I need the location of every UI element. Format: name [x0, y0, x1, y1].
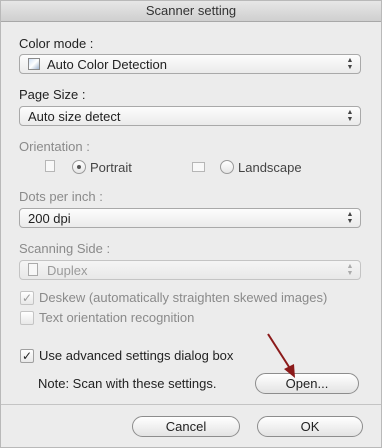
deskew-checkbox[interactable]: ✓	[20, 291, 34, 305]
page-size-popup[interactable]: Auto size detect ▲ ▼	[19, 106, 361, 126]
popup-arrows-icon: ▲ ▼	[346, 263, 354, 277]
duplex-page-icon	[28, 263, 38, 276]
scanning-side-popup[interactable]: Duplex ▲ ▼	[19, 260, 361, 280]
popup-arrows-icon: ▲ ▼	[346, 211, 354, 225]
annotation-arrow-icon	[267, 333, 295, 378]
portrait-radio[interactable]	[72, 160, 86, 174]
scanning-side-value: Duplex	[47, 263, 88, 278]
page-size-label: Page Size :	[19, 87, 86, 102]
dpi-label: Dots per inch :	[19, 189, 103, 204]
text-orientation-label: Text orientation recognition	[39, 310, 195, 325]
popup-arrows-icon: ▲ ▼	[346, 57, 354, 71]
popup-arrows-icon: ▲ ▼	[346, 109, 354, 123]
deskew-label: Deskew (automatically straighten skewed …	[39, 290, 328, 305]
dpi-value: 200 dpi	[28, 211, 71, 226]
landscape-label: Landscape	[238, 160, 302, 175]
portrait-label: Portrait	[90, 160, 132, 175]
orientation-label: Orientation :	[19, 139, 90, 154]
footer-separator	[0, 404, 382, 405]
scan-note: Note: Scan with these settings.	[38, 376, 217, 391]
radio-selected-dot	[77, 165, 81, 169]
advanced-settings-label: Use advanced settings dialog box	[39, 348, 234, 363]
annotation-arrow-shaft	[267, 333, 292, 371]
color-mode-label: Color mode :	[19, 36, 94, 51]
landscape-page-icon	[192, 162, 205, 172]
dpi-popup[interactable]: 200 dpi ▲ ▼	[19, 208, 361, 228]
portrait-page-icon	[45, 160, 55, 172]
text-orientation-checkbox[interactable]	[20, 311, 34, 325]
advanced-settings-checkbox[interactable]: ✓	[20, 349, 34, 363]
landscape-radio[interactable]	[220, 160, 234, 174]
scanning-side-label: Scanning Side :	[19, 241, 111, 256]
cancel-button[interactable]: Cancel	[132, 416, 240, 437]
color-mode-popup[interactable]: Auto Color Detection ▲ ▼	[19, 54, 361, 74]
page-size-value: Auto size detect	[28, 109, 121, 124]
color-mode-value: Auto Color Detection	[47, 57, 167, 72]
color-detect-icon	[28, 58, 40, 70]
ok-button[interactable]: OK	[257, 416, 363, 437]
window-title: Scanner setting	[0, 0, 382, 22]
